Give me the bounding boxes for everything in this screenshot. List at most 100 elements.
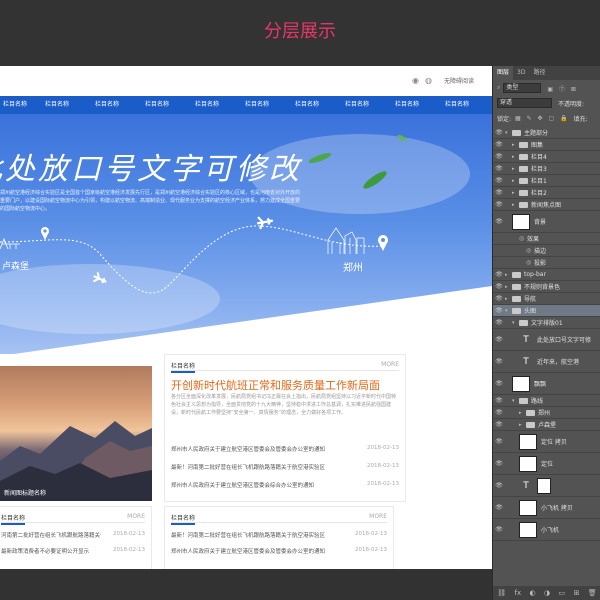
layer-row[interactable]: ◎ 投影 <box>493 257 600 269</box>
layer-row[interactable]: 👁 ▾ 文字排版01 <box>493 317 600 329</box>
chevron-right-icon[interactable]: ▸ <box>519 422 526 428</box>
layer-row[interactable]: 👁 ▸ top-bar <box>493 269 600 281</box>
new-layer-icon[interactable]: ⊞ <box>574 589 580 597</box>
layer-row[interactable]: 👁 小飞机 <box>493 519 600 541</box>
chevron-down-icon[interactable]: ▾ <box>512 398 519 404</box>
layer-row[interactable]: 👁 定位 拷贝 <box>493 431 600 453</box>
chevron-right-icon[interactable]: ▸ <box>505 296 512 302</box>
chevron-down-icon[interactable]: ▾ <box>512 320 519 326</box>
trash-icon[interactable]: 🗑 <box>588 589 597 597</box>
visibility-eye-icon[interactable]: 👁 <box>493 438 505 445</box>
visibility-eye-icon[interactable]: 👁 <box>493 295 505 302</box>
nav-item[interactable]: 栏目名称 <box>132 96 182 114</box>
chevron-right-icon[interactable]: ▸ <box>505 272 512 278</box>
nav-item[interactable]: 栏目名称 <box>432 96 482 114</box>
news-row[interactable]: 最新！河南第二批好营在组长飞机跟航路落籍关于航空港实验区 2018-02-13 <box>171 463 399 473</box>
visibility-eye-icon[interactable]: 👁 <box>493 201 505 208</box>
tab-paths[interactable]: 路径 <box>529 66 549 80</box>
visibility-eye-icon[interactable]: 👁 <box>493 189 505 196</box>
mask-icon[interactable]: ◐ <box>530 589 536 597</box>
layer-row[interactable]: 👁 飘飘 <box>493 373 600 395</box>
layer-row[interactable]: 👁 ▸ 导航 <box>493 293 600 305</box>
visibility-eye-icon[interactable]: 👁 <box>493 307 505 314</box>
link-icon[interactable]: ⛓ <box>497 589 506 597</box>
chevron-down-icon[interactable]: ▾ <box>505 130 512 136</box>
news-row[interactable]: 最新政策消费者不必要证明公开显示 2018-02-13 <box>1 547 145 557</box>
layer-row[interactable]: 👁 ▾ 主题部分 <box>493 127 600 139</box>
visibility-eye-icon[interactable]: 👁 <box>493 218 505 225</box>
layer-row[interactable]: 👁 ▾ 路线 <box>493 395 600 407</box>
chevron-down-icon[interactable]: ▾ <box>505 308 512 314</box>
visibility-eye-icon[interactable]: 👁 <box>493 165 505 172</box>
visibility-eye-icon[interactable]: 👁 <box>493 397 505 404</box>
visibility-eye-icon[interactable]: 👁 <box>493 336 505 343</box>
visibility-eye-icon[interactable]: 👁 <box>493 153 505 160</box>
visibility-eye-icon[interactable]: 👁 <box>493 271 505 278</box>
accessibility-link[interactable]: 无障碍阅读 <box>444 76 474 85</box>
layer-row[interactable]: 👁 背景 <box>493 211 600 233</box>
nav-item[interactable]: 栏目名称 <box>0 96 32 114</box>
chevron-right-icon[interactable]: ▸ <box>512 202 519 208</box>
chevron-right-icon[interactable]: ▸ <box>512 190 519 196</box>
nav-item[interactable]: 栏目名称 <box>332 96 382 114</box>
filter-icons[interactable]: ▣ Ⓣ ⊠ <box>547 84 578 93</box>
nav-item[interactable]: 栏目名称 <box>182 96 232 114</box>
nav-item[interactable]: 栏目名称 <box>82 96 132 114</box>
layer-row[interactable]: 👁 T 近年来，航空港 <box>493 351 600 373</box>
layer-row[interactable]: 👁 ▸ 不规则背景色 <box>493 281 600 293</box>
layer-row[interactable]: ◎ 效果 <box>493 233 600 245</box>
layer-row[interactable]: 👁 ▸ 栏目4 <box>493 151 600 163</box>
new-group-icon[interactable]: ▭ <box>559 589 566 597</box>
weibo-icon[interactable]: ◉ <box>412 76 419 85</box>
nav-item[interactable]: 栏目名称 <box>32 96 82 114</box>
more-link[interactable]: MORE <box>369 513 387 520</box>
visibility-eye-icon[interactable]: 👁 <box>493 177 505 184</box>
more-link[interactable]: MORE <box>381 361 399 368</box>
visibility-eye-icon[interactable]: 👁 <box>493 409 505 416</box>
nav-item[interactable]: 栏目名称 <box>282 96 332 114</box>
layer-row[interactable]: 👁 ▸ 栏目1 <box>493 175 600 187</box>
visibility-eye-icon[interactable]: 👁 <box>493 504 505 511</box>
news-row[interactable]: 郑州市人民政府关于建立航空港区管委会及管委会办公室的通知 2018-02-13 <box>171 547 387 557</box>
blend-mode-select[interactable]: 穿透 <box>497 98 552 108</box>
layer-row[interactable]: 👁 ▸ 栏目2 <box>493 187 600 199</box>
nav-item[interactable]: 栏目名称 <box>232 96 282 114</box>
adjustment-icon[interactable]: ◑ <box>544 589 550 597</box>
chevron-right-icon[interactable]: ▸ <box>512 166 519 172</box>
visibility-eye-icon[interactable]: 👁 <box>493 358 505 365</box>
chevron-right-icon[interactable]: ▸ <box>512 154 519 160</box>
visibility-eye-icon[interactable]: 👁 <box>493 482 505 489</box>
visibility-eye-icon[interactable]: 👁 <box>493 319 505 326</box>
wechat-icon[interactable]: ◍ <box>425 76 432 85</box>
news-row[interactable]: 最新！河南第二批好营在组长飞机跟航路落籍关于航空港实验区 2018-02-13 <box>171 531 387 541</box>
visibility-eye-icon[interactable]: 👁 <box>493 283 505 290</box>
layer-row[interactable]: 👁 T <box>493 475 600 497</box>
chevron-right-icon[interactable]: ▸ <box>512 142 519 148</box>
kind-filter-select[interactable]: 类型 <box>503 83 542 93</box>
card-tag[interactable]: 栏目名称 <box>171 361 196 373</box>
visibility-eye-icon[interactable]: 👁 <box>493 460 505 467</box>
card-tag[interactable]: 栏目名称 <box>171 513 196 525</box>
visibility-eye-icon[interactable]: 👁 <box>493 129 505 136</box>
chevron-right-icon[interactable]: ▸ <box>519 410 526 416</box>
news-photo[interactable]: 新闻图标题名称 <box>0 366 152 501</box>
layer-row[interactable]: 👁 ▸ 新闻焦点图 <box>493 199 600 211</box>
news-row[interactable]: 郑州市人民政府关于建立航空港区管委会及管委会办公室的通知 2018-02-13 <box>171 445 399 455</box>
layer-row[interactable]: 👁 定位 <box>493 453 600 475</box>
layer-row[interactable]: 👁 ▾ 头图 <box>493 305 600 317</box>
layer-row[interactable]: ◎ 描边 <box>493 245 600 257</box>
layer-row[interactable]: 👁 ▸ 栏目3 <box>493 163 600 175</box>
lock-icons[interactable]: ▦ ✎ ✥ ▢ 🔒 <box>515 115 570 122</box>
featured-headline[interactable]: 开创新时代航班正常和服务质量工作新局面 <box>171 377 399 393</box>
layer-row[interactable]: 👁 ▸ 图集 <box>493 139 600 151</box>
layer-row[interactable]: 👁 小飞机 拷贝 <box>493 497 600 519</box>
card-tag[interactable]: 栏目名称 <box>1 513 26 525</box>
layer-row[interactable]: 👁 T 此处放口号文字可修 <box>493 329 600 351</box>
news-row[interactable]: 河南第二批好营在组长飞机跟航路落籍关于航空港实验区 2018-02-13 <box>1 531 145 541</box>
visibility-eye-icon[interactable]: 👁 <box>493 141 505 148</box>
chevron-right-icon[interactable]: ▸ <box>505 284 512 290</box>
visibility-eye-icon[interactable]: 👁 <box>493 526 505 533</box>
nav-item[interactable]: 栏目名称 <box>382 96 432 114</box>
layer-row[interactable]: 👁 ▸ 卢森堡 <box>493 419 600 431</box>
fx-icon[interactable]: fx <box>515 589 522 597</box>
